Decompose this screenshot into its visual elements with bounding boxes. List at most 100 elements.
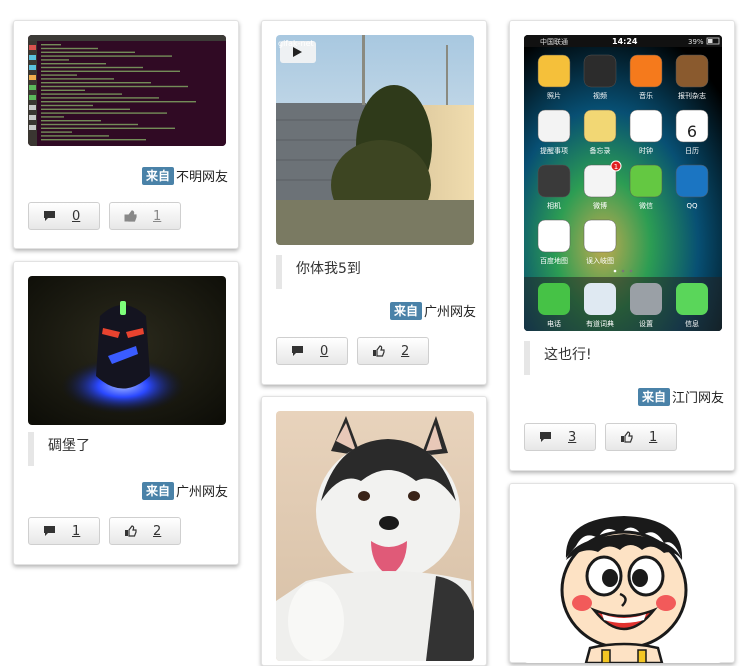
post-image[interactable]: [28, 276, 226, 425]
source-name: 不明网友: [175, 170, 228, 185]
terminal-line: [41, 93, 122, 95]
dock-label: 设置: [639, 319, 653, 328]
dock-label: 有道词典: [586, 319, 614, 328]
source-tag: 来自: [389, 302, 422, 320]
terminal-line: [41, 97, 159, 99]
messages-icon: [676, 283, 708, 315]
terminal-line: [41, 139, 146, 141]
phone-icon: [538, 283, 570, 315]
comment-icon: [538, 430, 552, 444]
qq-icon: [675, 164, 709, 198]
like-button[interactable]: 2: [357, 337, 429, 365]
terminal-line: [41, 135, 109, 137]
post-card: 碉堡了 来自 广州网友 1 2: [13, 261, 239, 565]
comment-button[interactable]: 0: [276, 337, 348, 365]
terminal-line: [41, 59, 69, 61]
camera-icon: [537, 164, 571, 198]
comment-count[interactable]: 1: [72, 524, 80, 539]
post-image[interactable]: [28, 35, 226, 146]
post-card: gifak-net 你体我5到 来自 广州网友 0 2: [261, 20, 487, 385]
comment-count[interactable]: 0: [72, 209, 80, 224]
app-label: 时钟: [639, 146, 653, 155]
post-card: 中国联通 14:24 39% 照片 视频 音乐 报刊杂志 提醒事项 备忘录 时钟 6 日历 相机 1…: [509, 20, 735, 471]
source-name: 广州网友: [423, 305, 476, 320]
wrong-route-icon: [583, 219, 617, 253]
terminal-line: [41, 70, 180, 72]
like-count[interactable]: 1: [153, 209, 161, 224]
app-label: 百度地图: [540, 256, 568, 265]
thumbs-up-icon: [123, 209, 137, 223]
weibo-icon: [583, 164, 617, 198]
terminal-line: [41, 127, 175, 129]
app-label: 微博: [593, 201, 607, 210]
terminal-line: [41, 85, 188, 88]
comment-icon: [42, 209, 56, 223]
wechat-icon: [629, 164, 663, 198]
comment-button[interactable]: 0: [28, 202, 100, 230]
source-label: 来自 广州网友: [389, 302, 476, 322]
app-label: 微信: [639, 201, 653, 210]
husky-photo: [276, 411, 474, 661]
gif-watermark: gifak-net: [278, 39, 314, 48]
yard-gif-photo: gifak-net: [276, 35, 474, 245]
like-count[interactable]: 2: [401, 344, 409, 359]
thumbs-up-icon: [619, 430, 633, 444]
app-label: 视频: [593, 91, 607, 100]
notification-badge-count: 1: [614, 163, 618, 171]
terminal-line: [41, 82, 151, 84]
post-card: 来自 不明网友 0 1: [13, 20, 239, 249]
like-button[interactable]: 1: [109, 202, 181, 230]
gaming-mouse-photo: [28, 276, 226, 425]
newsstand-icon: [675, 54, 709, 88]
phone-time: 14:24: [612, 37, 638, 46]
terminal-line: [41, 101, 196, 103]
iphone-screenshot: 中国联通 14:24 39% 照片 视频 音乐 报刊杂志提醒事项 备忘录 时钟 6 日历相机 1…: [524, 35, 722, 331]
comment-button[interactable]: 1: [28, 517, 100, 545]
clock-icon: [629, 109, 663, 143]
terminal-line: [41, 104, 93, 107]
terminal-line: [41, 66, 143, 69]
comment-icon: [42, 524, 56, 538]
comment-count[interactable]: 0: [320, 344, 328, 359]
source-label: 来自 江门网友: [637, 388, 724, 408]
app-label: 日历: [685, 147, 699, 155]
cartoon-boy-image: [560, 516, 688, 663]
calendar-day: 6: [687, 122, 697, 141]
app-label: 提醒事项: [540, 146, 568, 155]
app-label: 报刊杂志: [678, 91, 706, 100]
source-label: 来自 广州网友: [141, 482, 228, 502]
source-tag: 来自: [141, 482, 174, 500]
source-name: 广州网友: [175, 485, 228, 500]
terminal-line: [41, 89, 85, 91]
baidu-map-icon: [537, 219, 571, 253]
terminal-line: [41, 44, 61, 46]
phone-battery: 39%: [688, 38, 704, 46]
source-name: 江门网友: [671, 391, 724, 406]
terminal-line: [41, 78, 114, 80]
post-image[interactable]: [524, 498, 722, 663]
terminal-line: [41, 116, 64, 118]
notes-icon: [583, 109, 617, 143]
like-count[interactable]: 1: [649, 430, 657, 445]
terminal-line: [41, 74, 77, 76]
comment-count[interactable]: 3: [568, 430, 576, 445]
comment-icon: [290, 344, 304, 358]
post-image[interactable]: gifak-net: [276, 35, 474, 245]
dock-label: 电话: [547, 319, 561, 328]
terminal-line: [41, 108, 130, 110]
post-image[interactable]: [276, 411, 474, 661]
post-image[interactable]: 中国联通 14:24 39% 照片 视频 音乐 报刊杂志 提醒事项 备忘录 时钟 6 日历 相机 1…: [524, 35, 722, 331]
app-label: 相机: [547, 201, 561, 210]
like-button[interactable]: 1: [605, 423, 677, 451]
like-count[interactable]: 2: [153, 524, 161, 539]
app-label: 备忘录: [590, 146, 611, 155]
like-button[interactable]: 2: [109, 517, 181, 545]
dock-label: 信息: [685, 319, 699, 328]
terminal-line: [41, 47, 98, 50]
reminders-icon: [537, 109, 571, 143]
comment-button[interactable]: 3: [524, 423, 596, 451]
terminal-line: [41, 51, 135, 53]
terminal-line: [41, 63, 106, 65]
photos-icon: [537, 54, 571, 88]
terminal-line: [41, 112, 167, 114]
